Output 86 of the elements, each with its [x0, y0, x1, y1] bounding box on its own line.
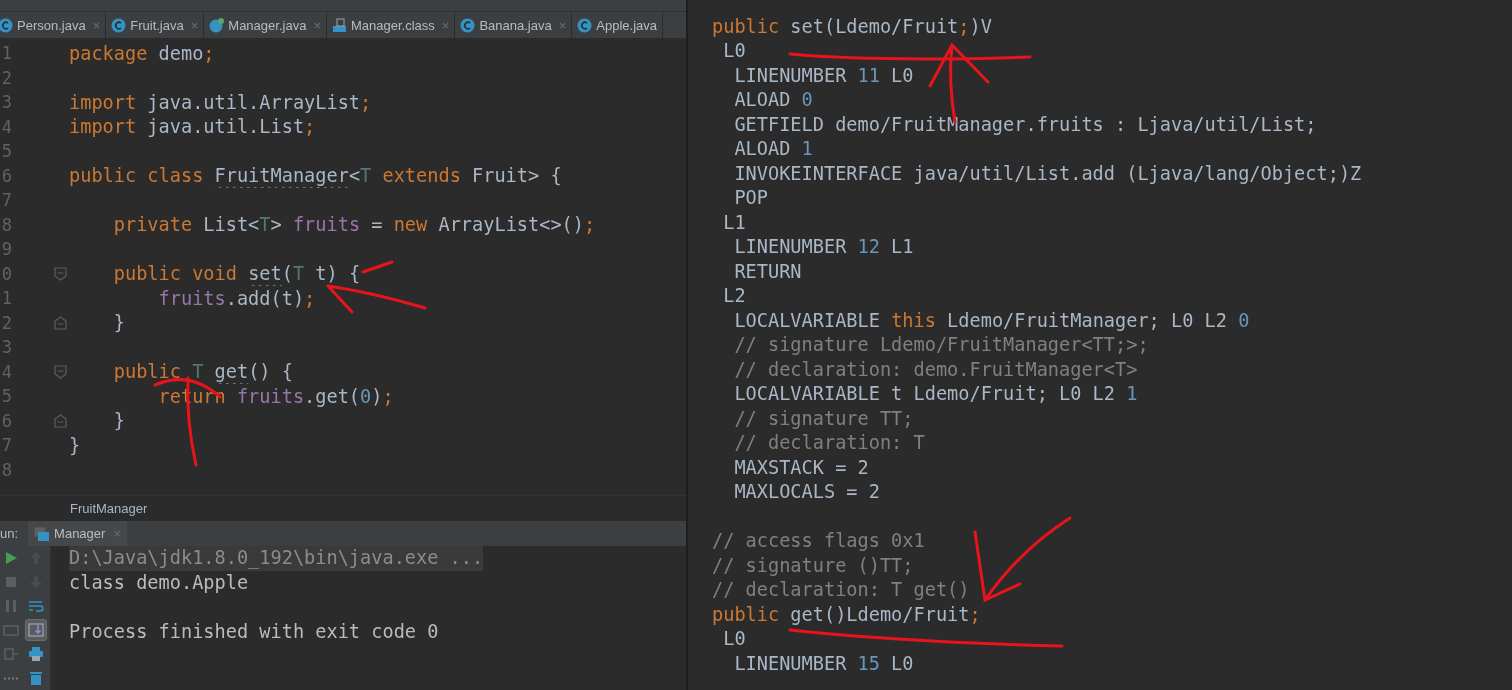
- line-number: 3: [0, 92, 12, 113]
- code-line: L0: [722, 628, 746, 650]
- line-number: 0: [0, 263, 12, 284]
- code-line: public set(Ldemo/Fruit;)V: [712, 15, 992, 37]
- code-line: package demo;: [69, 42, 215, 64]
- class-icon: [111, 17, 127, 33]
- line-number: 9: [0, 239, 12, 260]
- console-exit-message: Process finished with exit code 0: [69, 619, 439, 644]
- code-line: // declaration: demo.FruitManager<T>: [733, 358, 1138, 380]
- code-line: fruits.add(t);: [157, 287, 316, 309]
- code-line: }: [112, 312, 125, 334]
- line-number: 6: [0, 410, 12, 431]
- code-line: LOCALVARIABLE this Ldemo/FruitManager; L0 L2 0: [733, 309, 1250, 331]
- code-line: }: [112, 410, 125, 432]
- run-icon: [3, 550, 19, 566]
- code-line: public get()Ldemo/Fruit;: [712, 603, 981, 625]
- line-number: 5: [0, 386, 12, 407]
- code-line: public void set(T t) {: [112, 263, 361, 285]
- dots-icon: [3, 676, 19, 680]
- code-line: MAXLOCALS = 2: [733, 481, 880, 503]
- run-tab[interactable]: Manager ×: [28, 521, 127, 546]
- code-line: private List<T> fruits = new ArrayList<>();: [112, 214, 596, 236]
- code-line: LINENUMBER 11 L0: [733, 64, 914, 86]
- editor-tab[interactable]: Manager.java ×: [204, 12, 327, 38]
- code-line: L2: [722, 285, 746, 307]
- line-number: 3: [0, 337, 12, 358]
- class-icon: [577, 17, 593, 33]
- stop-icon: [3, 574, 19, 590]
- code-line: RETURN: [733, 260, 802, 282]
- scroll-to-end-icon: [28, 622, 44, 638]
- editor-tab[interactable]: Manager.class ×: [326, 12, 456, 38]
- code-line: LOCALVARIABLE t Ldemo/Fruit; L0 L2 1: [733, 383, 1138, 405]
- fold-icon[interactable]: [54, 315, 67, 330]
- line-number: 4: [0, 361, 12, 382]
- editor-tab[interactable]: Fruit.java ×: [106, 12, 205, 38]
- code-line: // access flags 0x1: [712, 530, 925, 552]
- line-number: 7: [0, 435, 12, 456]
- code-line: // signature Ldemo/FruitManager<TT;>;: [733, 334, 1149, 356]
- code-line: INVOKEINTERFACE java/util/List.add (Ljava/lang/Object;)Z: [733, 162, 1362, 184]
- code-line: L0: [722, 40, 746, 62]
- console-output: class demo.Apple: [69, 570, 249, 595]
- line-number: 2: [0, 312, 12, 333]
- code-line: // declaration: T get(): [712, 579, 970, 601]
- code-line: public T get() {: [112, 361, 293, 383]
- fold-icon[interactable]: [54, 413, 67, 428]
- code-line: POP: [733, 187, 768, 209]
- editor-tab[interactable]: Apple.java: [572, 12, 663, 38]
- line-number: 7: [0, 190, 12, 211]
- code-line: LINENUMBER 15 L0: [733, 652, 914, 674]
- line-number: 8: [0, 214, 12, 235]
- console-command: D:\Java\jdk1.8.0_192\bin\java.exe ...: [69, 546, 484, 571]
- console-icon: [34, 526, 50, 541]
- line-number: 5: [0, 141, 12, 162]
- code-line: // declaration: T: [733, 432, 925, 454]
- code-line: GETFIELD demo/FruitManager.fruits : Ljava/util/List;: [733, 113, 1317, 135]
- line-number: 8: [0, 459, 12, 480]
- code-line: MAXSTACK = 2: [733, 456, 869, 478]
- code-line: }: [69, 434, 81, 456]
- line-number: 2: [0, 67, 12, 88]
- exit-icon: [3, 646, 19, 662]
- code-line: ALOAD 0: [733, 89, 813, 111]
- tool-button[interactable]: [25, 619, 47, 641]
- soft-wrap-icon: [28, 598, 44, 614]
- code-line: ALOAD 1: [733, 138, 813, 160]
- class-icon: [460, 17, 476, 33]
- fold-icon[interactable]: [54, 266, 67, 281]
- pause-icon: [3, 598, 19, 614]
- printer-icon: [28, 646, 44, 662]
- code-line: LINENUMBER 12 L1: [733, 236, 914, 258]
- class-file-icon: [331, 17, 347, 33]
- editor-tab[interactable]: Banana.java ×: [455, 12, 573, 38]
- code-line: // signature TT;: [733, 407, 914, 429]
- code-line: public class FruitManager<T extends Fruit> {: [69, 165, 562, 187]
- code-line: import java.util.ArrayList;: [69, 91, 372, 113]
- line-number: 4: [0, 116, 12, 137]
- line-number: 1: [0, 43, 12, 64]
- line-number: 6: [0, 165, 12, 186]
- code-line: // signature ()TT;: [712, 554, 914, 576]
- line-number: 1: [0, 288, 12, 309]
- fold-icon[interactable]: [54, 364, 67, 379]
- trash-icon: [28, 670, 44, 686]
- run-label: un:: [0, 526, 19, 541]
- code-line: L1: [722, 211, 746, 233]
- code-line: import java.util.List;: [69, 116, 316, 138]
- editor-tab[interactable]: Person.java ×: [0, 12, 107, 38]
- class-run-icon: [209, 17, 225, 33]
